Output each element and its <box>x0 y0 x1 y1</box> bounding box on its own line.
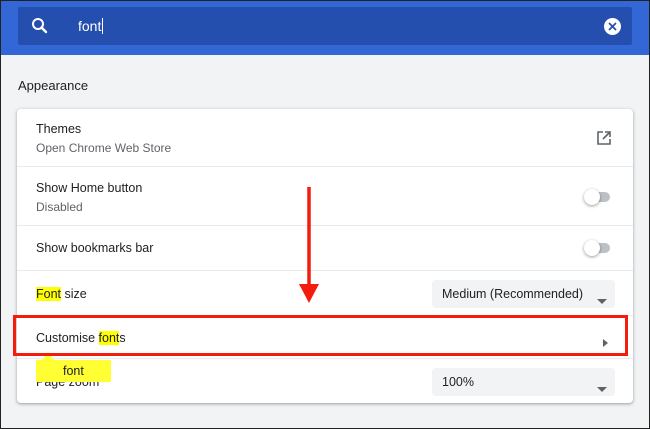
section-title-appearance: Appearance <box>18 78 89 93</box>
show-home-button-toggle[interactable] <box>584 189 612 205</box>
themes-sublabel: Open Chrome Web Store <box>36 141 172 155</box>
themes-label: Themes <box>36 122 82 136</box>
show-bookmarks-bar-toggle[interactable] <box>584 240 612 256</box>
annotation-arrow <box>299 187 319 303</box>
appearance-card: Themes Open Chrome Web Store Show Home b… <box>17 109 633 403</box>
show-home-button-row[interactable]: Show Home button Disabled <box>17 166 633 225</box>
text-caret <box>102 18 104 34</box>
page-zoom-select[interactable]: 100% <box>432 368 615 396</box>
arrow-drop-down-icon <box>597 379 607 397</box>
open-in-new-icon[interactable] <box>596 130 612 151</box>
search-input[interactable]: font <box>78 17 104 35</box>
show-home-button-label: Show Home button <box>36 181 143 195</box>
arrow-drop-down-icon <box>597 291 607 309</box>
font-size-row: Font size Medium (Recommended) <box>17 270 633 315</box>
page-zoom-select-value: 100% <box>442 375 474 389</box>
show-bookmarks-bar-row[interactable]: Show bookmarks bar <box>17 225 633 270</box>
search-bubble: font <box>36 360 111 382</box>
toggle-knob <box>584 189 600 205</box>
show-bookmarks-bar-label: Show bookmarks bar <box>36 241 154 255</box>
font-size-label: Font size <box>36 287 87 301</box>
annotation-highlight-box <box>13 315 628 356</box>
toggle-knob <box>584 240 600 256</box>
search-bubble-text: font <box>63 364 84 378</box>
themes-row[interactable]: Themes Open Chrome Web Store <box>17 109 633 166</box>
show-home-button-sublabel: Disabled <box>36 200 83 214</box>
search-input-value: font <box>78 18 102 34</box>
font-size-label-rest: size <box>61 287 87 301</box>
close-circle-icon[interactable] <box>604 18 621 35</box>
font-size-select-value: Medium (Recommended) <box>442 287 584 301</box>
settings-header: font <box>1 1 649 55</box>
font-size-select[interactable]: Medium (Recommended) <box>432 280 615 308</box>
search-field[interactable]: font <box>18 7 632 45</box>
search-icon[interactable] <box>30 16 50 36</box>
search-match-highlight: Font <box>36 287 62 301</box>
